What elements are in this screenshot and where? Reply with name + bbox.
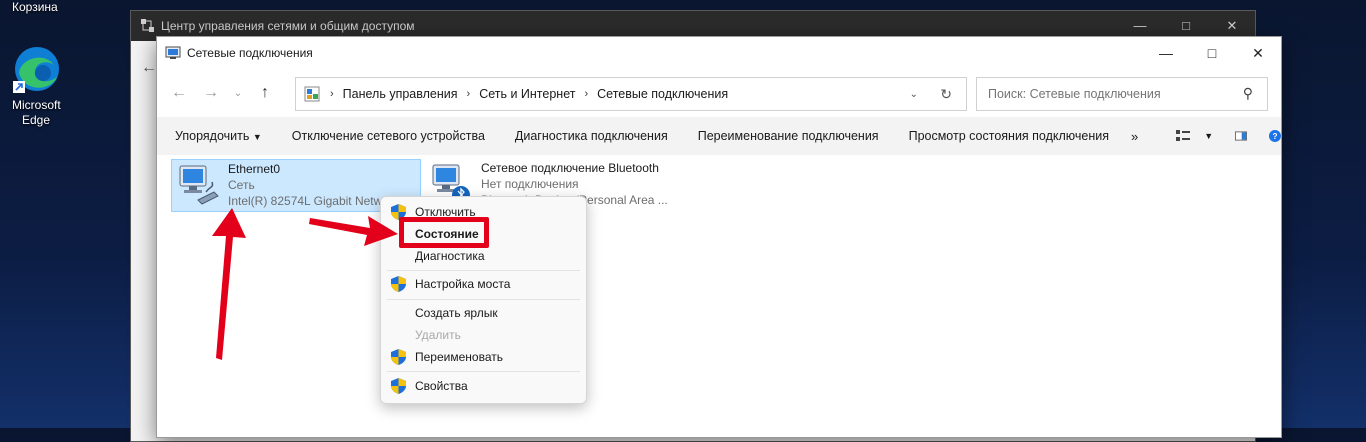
- annotation-arrow-right: [309, 216, 398, 246]
- annotation-arrow-up: [212, 208, 246, 360]
- annotation-arrows: [212, 208, 398, 360]
